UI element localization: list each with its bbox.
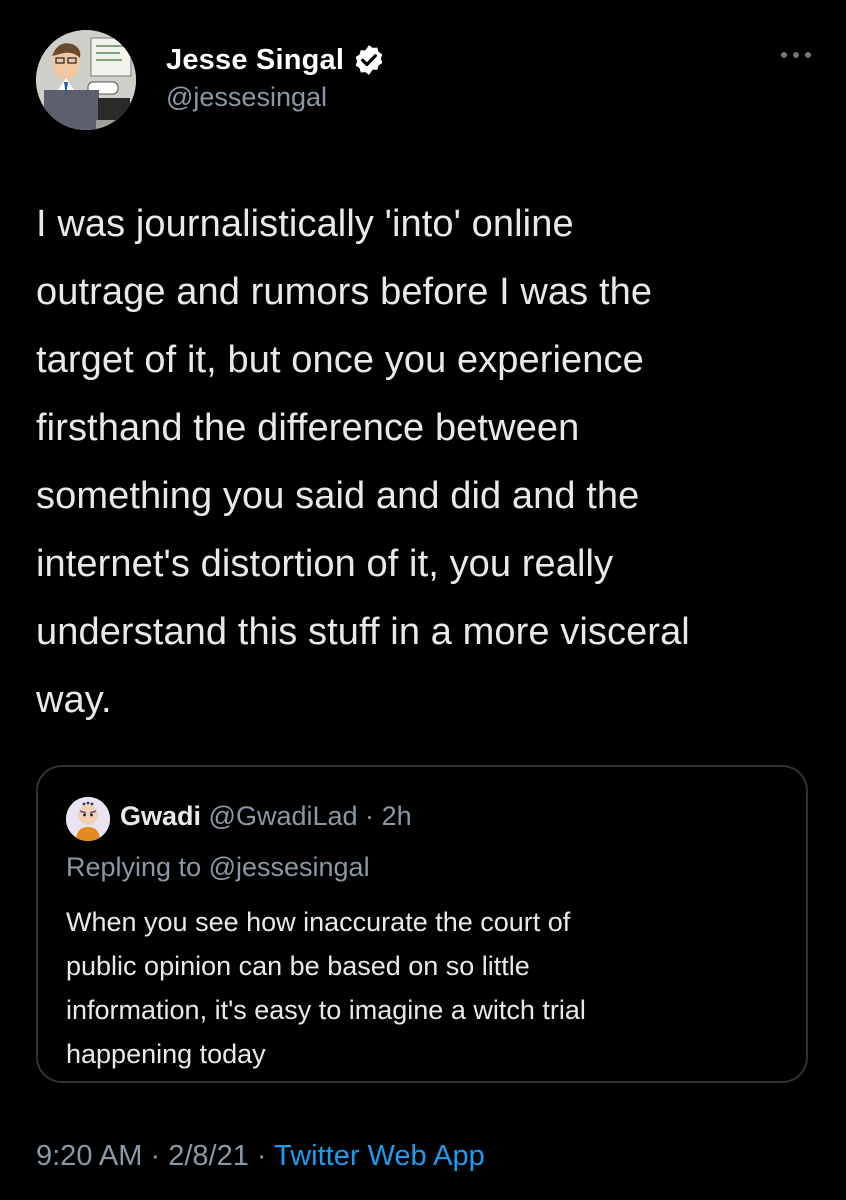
meta-separator-1: · [150, 1140, 161, 1172]
quoted-author-avatar [66, 797, 110, 841]
tweet-text: I was journalistically 'into' online out… [36, 203, 690, 721]
quoted-author-name: Gwadi [120, 801, 202, 831]
quoted-tweet-header: Gwadi @GwadiLad · 2h [120, 801, 412, 832]
author-name[interactable]: Jesse Singal [166, 44, 344, 77]
meta-separator-2: · [256, 1140, 267, 1172]
verified-badge-icon [352, 43, 386, 77]
quoted-timestamp: 2h [381, 801, 412, 831]
cartoon-avatar-icon [36, 30, 136, 130]
tweet-time[interactable]: 9:20 AM [36, 1140, 142, 1172]
more-dots-icon [781, 52, 811, 58]
quoted-tweet-card[interactable]: Gwadi @GwadiLad · 2h Replying to @jesses… [36, 765, 808, 1083]
more-options-button[interactable] [776, 40, 816, 70]
tweet-source-link[interactable]: Twitter Web App [274, 1140, 485, 1172]
quoted-tweet-text: When you see how inaccurate the court of… [66, 907, 586, 1069]
author-handle[interactable]: @jessesingal [166, 82, 327, 113]
quoted-author-handle: @GwadiLad [208, 801, 358, 831]
tweet-date[interactable]: 2/8/21 [168, 1140, 249, 1172]
author-avatar[interactable] [36, 30, 136, 130]
replying-to-label: Replying to @jessesingal [66, 852, 370, 882]
tweet-metadata: 9:20 AM · 2/8/21 · Twitter Web App [36, 1140, 485, 1173]
quoted-separator: · [365, 801, 375, 831]
author-name-row: Jesse Singal [166, 40, 386, 80]
quoted-avatar-icon [66, 797, 110, 841]
